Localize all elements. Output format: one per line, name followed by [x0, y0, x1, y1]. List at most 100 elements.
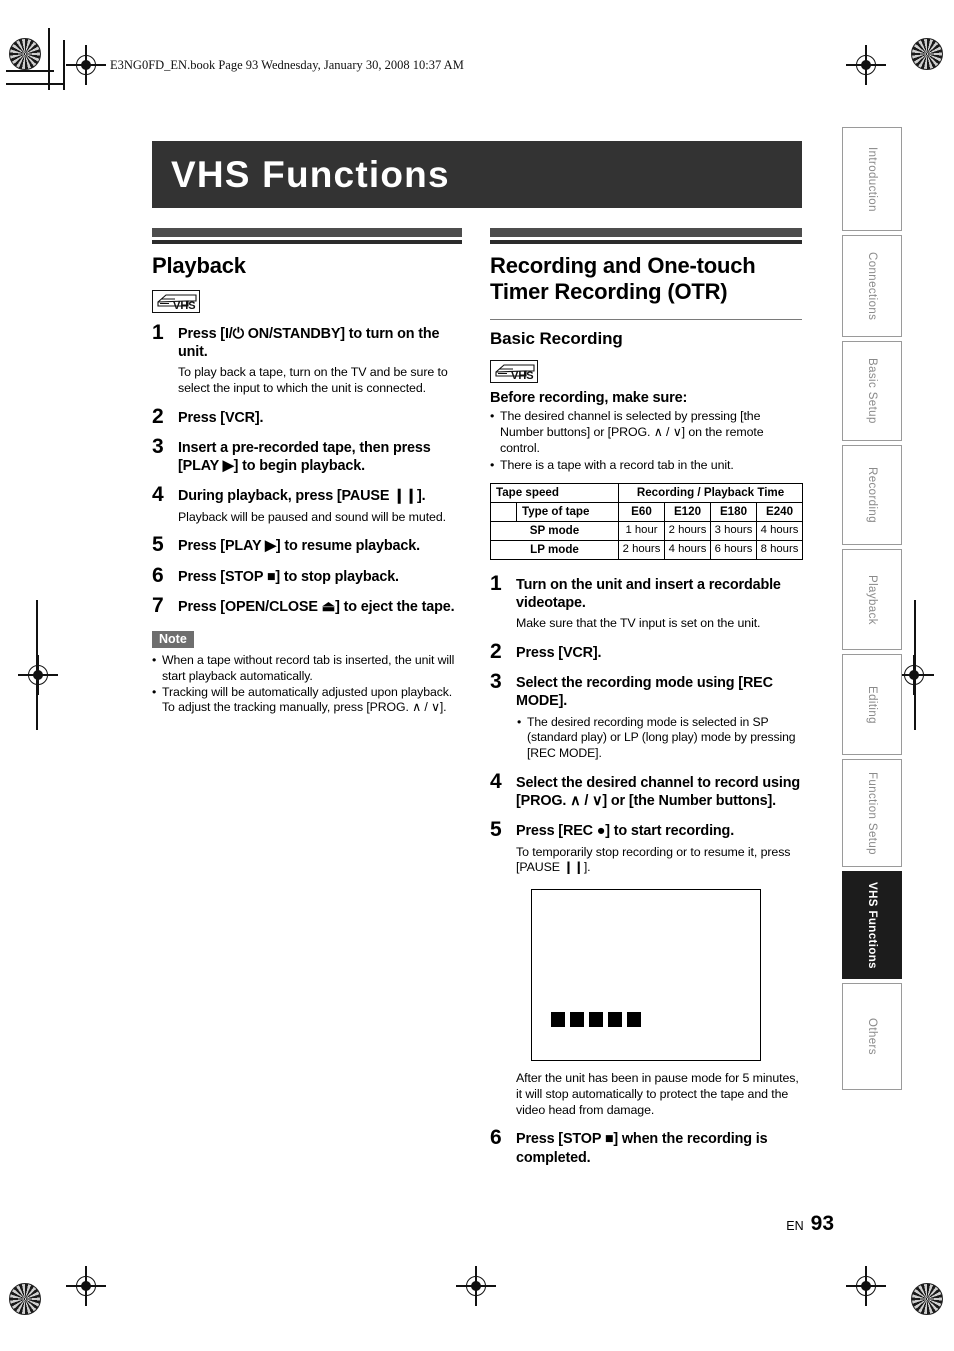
step-heading: Press [PLAY ▶] to resume playback. [178, 538, 420, 555]
step-number: 1 [152, 320, 164, 344]
step-number: 3 [152, 435, 164, 459]
step-sub-bullet: The desired recording mode is selected i… [516, 715, 802, 763]
step-number: 6 [152, 563, 164, 587]
sidebar-item-connections[interactable]: Connections [842, 235, 902, 337]
sidebar-item-others[interactable]: Others [842, 983, 902, 1090]
tv-screen-illustration [531, 889, 761, 1062]
table-cell: 1 hour [618, 521, 665, 542]
list-item: 6 Press [STOP ■] to stop playback. [152, 563, 462, 587]
registration-target-bottom-center [456, 1266, 496, 1306]
table-cell: 3 hours [710, 521, 757, 542]
table-cell: 4 hours [664, 540, 711, 561]
step-number: 7 [152, 593, 164, 617]
step-heading: Press [STOP ■] to stop playback. [178, 568, 399, 585]
registration-circle-bottom-left [9, 1283, 41, 1315]
list-item: 4 Select the desired channel to record u… [490, 771, 802, 810]
step-body: Make sure that the TV input is set on th… [516, 616, 761, 631]
registration-target-top-left [66, 45, 106, 85]
subsection-title-basic-recording: Basic Recording [490, 318, 802, 349]
table-row-label: SP mode [490, 521, 619, 542]
sidebar-item-label: Function Setup [866, 771, 878, 855]
registration-target-top-right [846, 45, 886, 85]
indicator-block [551, 1012, 565, 1028]
table-cell: 6 hours [710, 540, 757, 561]
table-header-cell: E180 [710, 502, 757, 523]
sidebar-item-label: Recording [866, 466, 878, 524]
indicator-block [570, 1012, 584, 1028]
tape-speed-table: Tape speed Recording / Playback Time Typ… [490, 483, 804, 561]
sidebar-item-function-setup[interactable]: Function Setup [842, 759, 902, 867]
recording-steps-list: 1 Turn on the unit and insert a recordab… [490, 572, 802, 876]
step-heading: Press [VCR]. [516, 645, 602, 662]
table-row: SP mode 1 hour 2 hours 3 hours 4 hours [490, 521, 804, 542]
list-item: 1 Press [I/⏻ ON/STANDBY] to turn on the … [152, 320, 462, 397]
sidebar-item-basic-setup[interactable]: Basic Setup [842, 341, 902, 441]
sidebar-item-vhs-functions[interactable]: VHS Functions [842, 871, 902, 979]
right-column: Recording and One-touch Timer Recording … [490, 228, 804, 1167]
list-item: 2 Press [VCR]. [490, 640, 802, 664]
registration-target-mid-left [18, 655, 58, 695]
table-header-cell: E240 [755, 502, 804, 523]
step-body: To temporarily stop recording or to resu… [516, 844, 791, 875]
list-item: When a tape without record tab is insert… [152, 653, 462, 685]
table-row: Tape speed Recording / Playback Time [490, 483, 804, 504]
list-item: 1 Turn on the unit and insert a recordab… [490, 572, 802, 632]
table-row-label: LP mode [490, 540, 619, 561]
step-number: 2 [490, 640, 502, 664]
table-header-cell: E120 [664, 502, 711, 523]
step-number: 3 [490, 670, 502, 694]
step-heading: Press [REC ●] to start recording. [516, 823, 735, 840]
step-heading: Press [I/⏻ ON/STANDBY] to turn on the un… [178, 325, 440, 361]
step-number: 5 [152, 533, 164, 557]
sidebar-item-label: Basic Setup [866, 358, 878, 424]
list-item: 3 Insert a pre-recorded tape, then press… [152, 435, 462, 475]
step-number: 1 [490, 572, 502, 596]
note-list: When a tape without record tab is insert… [152, 653, 462, 716]
side-tab-navigation: Introduction Connections Basic Setup Rec… [842, 127, 902, 1094]
sidebar-item-playback[interactable]: Playback [842, 549, 902, 650]
list-item: There is a tape with a record tab in the… [490, 457, 802, 473]
sidebar-item-introduction[interactable]: Introduction [842, 127, 902, 231]
table-cell: 2 hours [618, 540, 665, 561]
list-item: 5 Press [REC ●] to start recording. To t… [490, 818, 802, 876]
screen-illustration-wrapper [490, 889, 802, 1062]
left-column: Playback VHS 1 Press [I/⏻ ON/STANDBY] to… [152, 228, 462, 716]
sidebar-item-recording[interactable]: Recording [842, 445, 902, 545]
step-number: 6 [490, 1126, 502, 1150]
playback-steps-list: 1 Press [I/⏻ ON/STANDBY] to turn on the … [152, 320, 462, 617]
list-item: 2 Press [VCR]. [152, 404, 462, 428]
registration-circle-top-right [911, 38, 943, 70]
footer-page-number: 93 [810, 1212, 834, 1235]
note-badge: Note [152, 630, 194, 648]
step-body: Playback will be paused and sound will b… [178, 509, 446, 524]
registration-circle-top-left [9, 38, 41, 70]
document-page: E3NG0FD_EN.book Page 93 Wednesday, Janua… [0, 0, 954, 1351]
page-title-banner: VHS Functions [152, 141, 802, 208]
table-header-cell: Recording / Playback Time [617, 483, 804, 504]
registration-circle-bottom-right [911, 1283, 943, 1315]
step-heading: Select the recording mode using [REC MOD… [516, 675, 773, 710]
registration-target-bottom-left [66, 1266, 106, 1306]
vhs-media-badge-recording: VHS [490, 359, 538, 383]
table-spacer-cell [490, 502, 517, 523]
step-number: 2 [152, 404, 164, 428]
list-item: 6 Press [STOP ■] when the recording is c… [490, 1126, 802, 1166]
table-header-cell: Type of tape [516, 502, 619, 523]
sidebar-item-label: Playback [866, 574, 878, 625]
page-footer: EN 93 [786, 1212, 834, 1236]
after-screen-note: After the unit has been in pause mode fo… [516, 1071, 799, 1118]
step-heading: Turn on the unit and insert a recordable… [516, 577, 781, 612]
step-number: 4 [152, 483, 164, 507]
step-heading: Insert a pre-recorded tape, then press [… [178, 440, 431, 475]
step-heading: Press [OPEN/CLOSE ⏏] to eject the tape. [178, 598, 455, 615]
table-cell: 8 hours [755, 540, 804, 561]
section-rule-recording [490, 228, 802, 244]
step-number: 5 [490, 818, 502, 842]
step-heading: Select the desired channel to record usi… [516, 775, 800, 810]
svg-text:VHS: VHS [173, 300, 196, 312]
table-header-cell: E60 [618, 502, 665, 523]
sidebar-item-editing[interactable]: Editing [842, 654, 902, 755]
crop-mark-left-lower [36, 600, 38, 730]
pause-indicator-blocks [551, 1012, 641, 1028]
registration-target-bottom-right [846, 1266, 886, 1306]
